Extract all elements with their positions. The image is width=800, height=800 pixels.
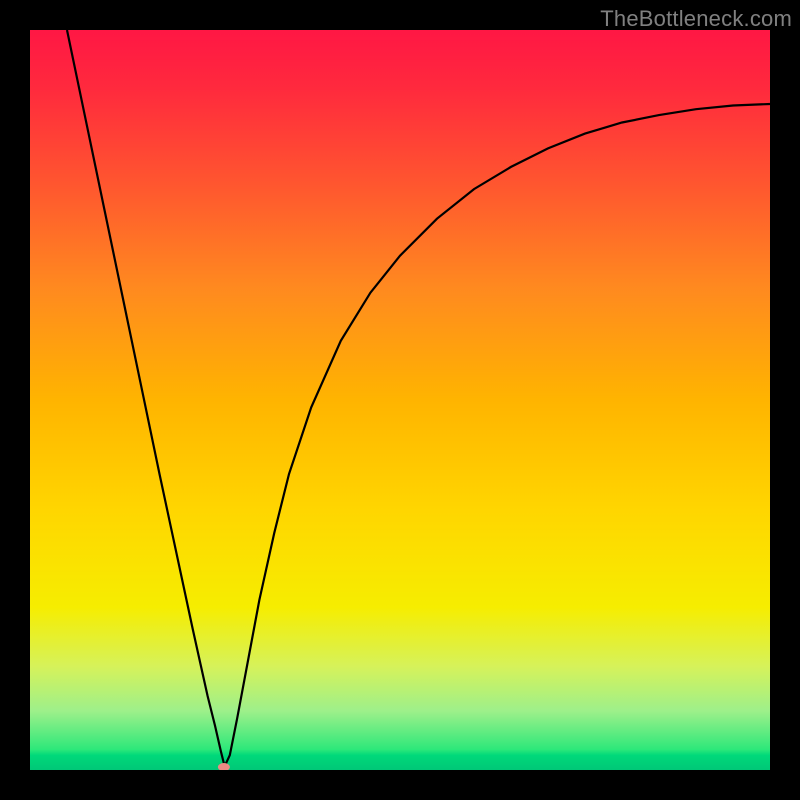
gradient-background — [30, 30, 770, 770]
chart-frame — [30, 30, 770, 770]
watermark-text: TheBottleneck.com — [600, 6, 792, 32]
chart-plot — [30, 30, 770, 770]
